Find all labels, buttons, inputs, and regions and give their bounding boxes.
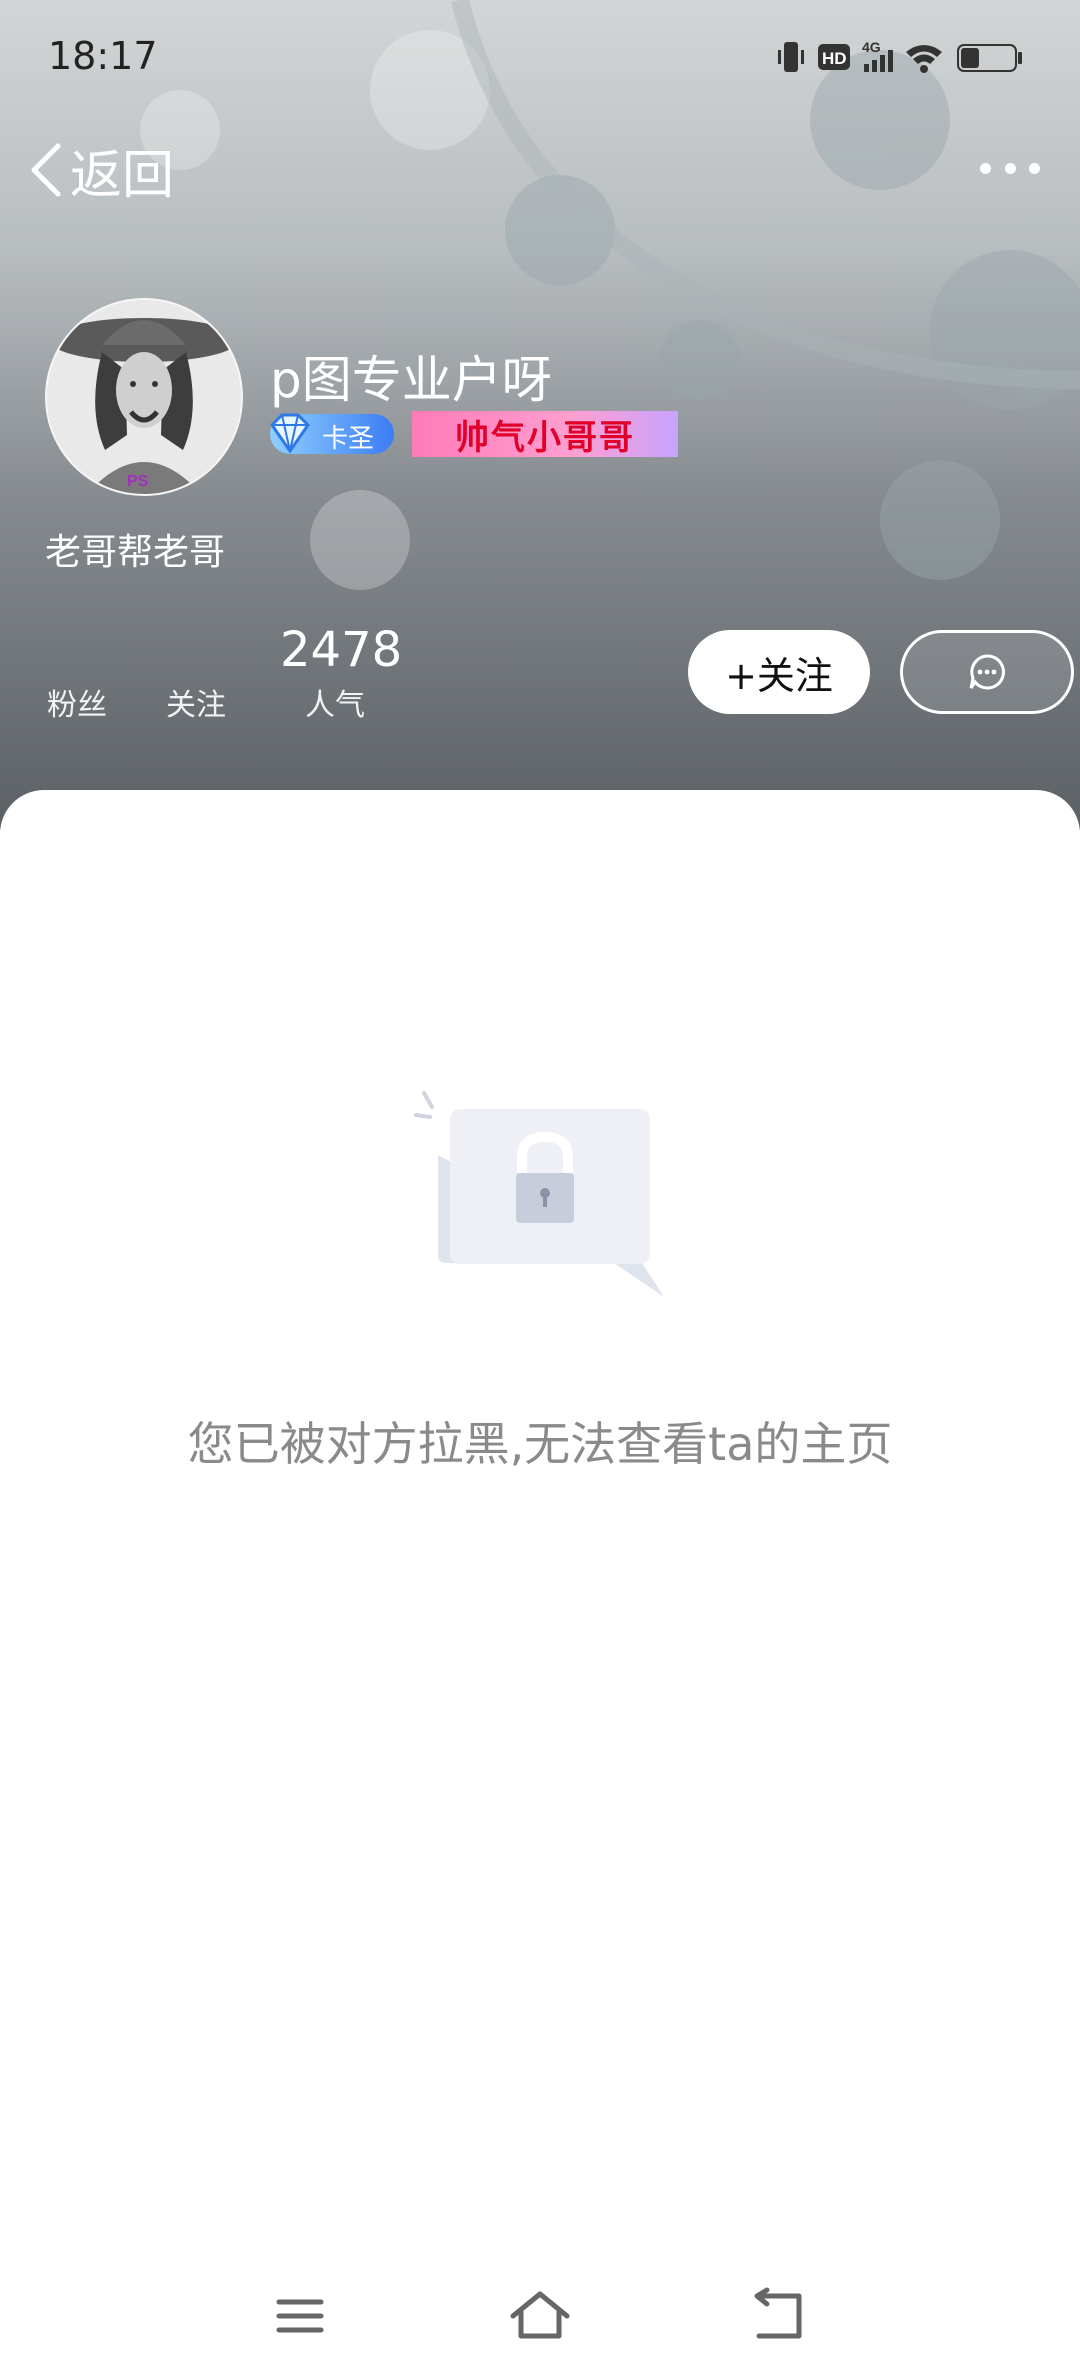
sparkle-lines bbox=[414, 1091, 434, 1119]
profile-header: 18:17 HD 4G 返回 PS p图专业户呀 卡圣 帅气小哥哥 老哥帮老哥 … bbox=[0, 0, 1080, 830]
back-label: 返回 bbox=[70, 145, 175, 206]
home-icon bbox=[510, 2291, 570, 2339]
vibrate-icon bbox=[778, 42, 804, 72]
popularity-stat: 2478 人气 bbox=[280, 620, 403, 724]
username: p图专业户呀 bbox=[270, 351, 552, 409]
svg-text:PS: PS bbox=[127, 473, 149, 490]
status-icons: HD 4G bbox=[778, 39, 1022, 73]
follow-button[interactable]: +关注 bbox=[688, 630, 870, 714]
return-button[interactable] bbox=[745, 2286, 815, 2346]
following-stat[interactable]: 关注 bbox=[164, 620, 228, 724]
popularity-count: 2478 bbox=[280, 622, 403, 678]
more-dots-icon bbox=[980, 162, 991, 174]
signal-icon: 4G bbox=[862, 39, 893, 72]
level-badge[interactable]: 卡圣 bbox=[270, 413, 394, 454]
bio-text: 老哥帮老哥 bbox=[45, 532, 226, 573]
diamond-icon bbox=[270, 413, 310, 454]
title-badge-label: 帅气小哥哥 bbox=[455, 417, 635, 458]
message-button[interactable] bbox=[900, 630, 1074, 714]
menu-icon bbox=[276, 2299, 324, 2333]
return-icon bbox=[754, 2287, 802, 2339]
avatar-portrait: PS bbox=[47, 300, 241, 494]
back-button[interactable]: 返回 bbox=[26, 130, 174, 210]
svg-text:HD: HD bbox=[822, 49, 847, 68]
status-time: 18:17 bbox=[48, 34, 158, 78]
menu-button[interactable] bbox=[265, 2286, 335, 2346]
fans-stat[interactable]: 粉丝 bbox=[45, 620, 109, 724]
avatar[interactable]: PS bbox=[45, 298, 243, 496]
chat-bubble-icon bbox=[969, 654, 1005, 690]
wifi-icon bbox=[906, 45, 942, 73]
title-badge[interactable]: 帅气小哥哥 bbox=[412, 411, 678, 458]
chevron-left-icon bbox=[31, 143, 61, 197]
system-nav-bar bbox=[0, 2260, 1080, 2376]
fans-label: 粉丝 bbox=[47, 688, 107, 723]
following-count bbox=[164, 620, 228, 680]
svg-text:4G: 4G bbox=[862, 39, 881, 55]
following-label: 关注 bbox=[166, 688, 226, 723]
content-panel bbox=[0, 790, 1080, 2376]
home-button[interactable] bbox=[505, 2286, 575, 2346]
more-options-button[interactable] bbox=[980, 150, 1040, 186]
fans-count bbox=[45, 620, 109, 680]
level-badge-label: 卡圣 bbox=[322, 424, 375, 454]
blocked-message: 您已被对方拉黑,无法查看ta的主页 bbox=[187, 1417, 893, 1471]
popularity-label: 人气 bbox=[305, 688, 365, 723]
blocked-illustration bbox=[414, 1091, 664, 1297]
badge-row: 卡圣 帅气小哥哥 bbox=[270, 410, 678, 458]
hd-icon: HD bbox=[818, 44, 850, 70]
battery-icon bbox=[957, 44, 1022, 72]
status-bar: 18:17 HD 4G bbox=[0, 0, 1080, 110]
